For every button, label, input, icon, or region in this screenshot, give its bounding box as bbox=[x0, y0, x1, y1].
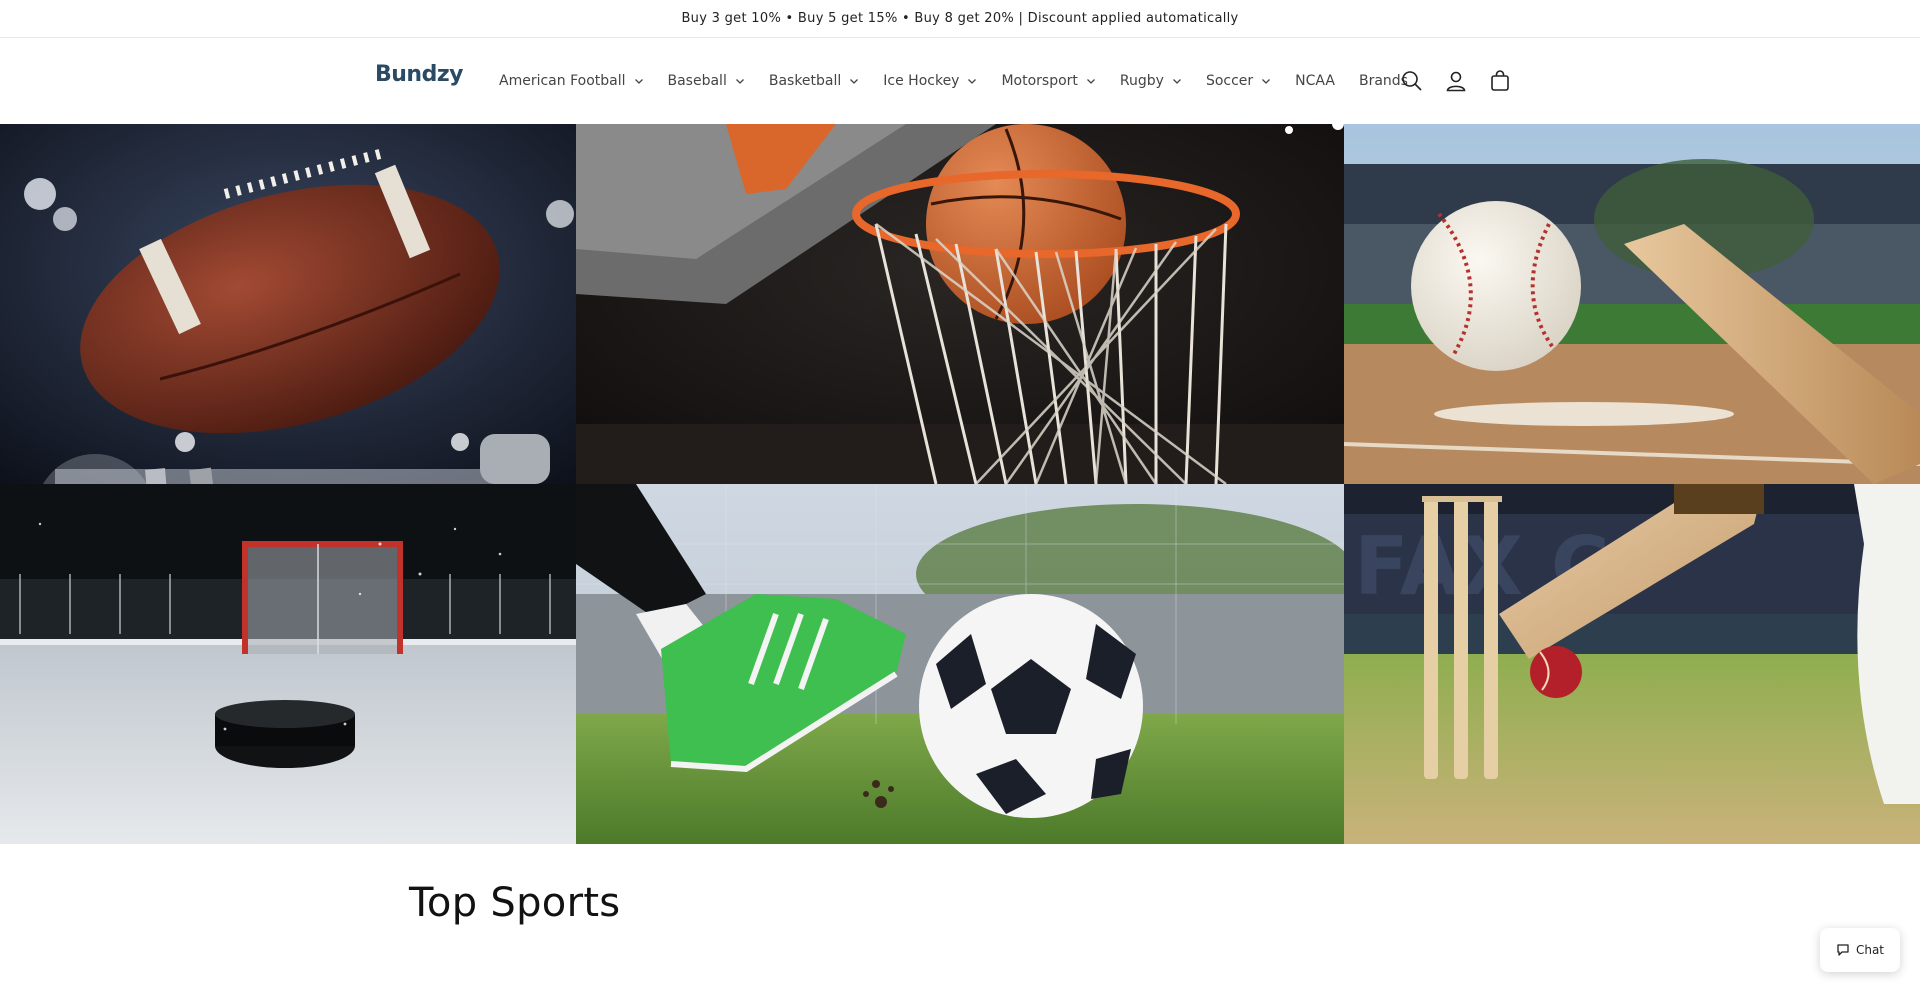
search-icon[interactable] bbox=[1390, 59, 1434, 103]
ice-hockey-tile[interactable] bbox=[0, 484, 576, 844]
nav-item-rugby[interactable]: Rugby bbox=[1120, 73, 1182, 89]
soccer-image bbox=[576, 484, 1344, 844]
soccer-tile[interactable] bbox=[576, 484, 1344, 844]
chevron-down-icon bbox=[967, 76, 977, 86]
nav-label: Motorsport bbox=[1001, 73, 1078, 89]
header-actions bbox=[1390, 38, 1522, 124]
site-header: Bundzy American Football Baseball Basket… bbox=[0, 38, 1920, 124]
nav-label: American Football bbox=[499, 73, 626, 89]
nav-item-soccer[interactable]: Soccer bbox=[1206, 73, 1271, 89]
nav-item-baseball[interactable]: Baseball bbox=[668, 73, 745, 89]
chevron-down-icon bbox=[1172, 76, 1182, 86]
main-nav: American Football Baseball Basketball Ic… bbox=[487, 38, 1420, 124]
basketball-image bbox=[576, 124, 1344, 484]
nav-label: Basketball bbox=[768, 73, 842, 89]
nav-item-ncaa[interactable]: NCAA bbox=[1295, 73, 1335, 89]
nav-label: Baseball bbox=[667, 73, 727, 89]
chevron-down-icon bbox=[634, 76, 644, 86]
logo[interactable]: Bundzy bbox=[375, 62, 464, 87]
american-football-image bbox=[0, 124, 576, 484]
nav-item-american-football[interactable]: American Football bbox=[499, 73, 644, 89]
basketball-tile[interactable] bbox=[576, 124, 1344, 484]
nav-label: Rugby bbox=[1119, 73, 1164, 89]
chat-icon bbox=[1836, 943, 1850, 957]
announcement-bar: Buy 3 get 10% • Buy 5 get 15% • Buy 8 ge… bbox=[0, 0, 1920, 38]
chevron-down-icon bbox=[1261, 76, 1271, 86]
nav-label: Ice Hockey bbox=[883, 73, 960, 89]
nav-label: NCAA bbox=[1295, 73, 1335, 89]
chevron-down-icon bbox=[735, 76, 745, 86]
cricket-tile[interactable]: FAX C bbox=[1344, 484, 1920, 844]
cricket-image: FAX C bbox=[1344, 484, 1920, 844]
chevron-down-icon bbox=[849, 76, 859, 86]
cart-icon[interactable] bbox=[1478, 59, 1522, 103]
baseball-tile[interactable] bbox=[1344, 124, 1920, 484]
baseball-image bbox=[1344, 124, 1920, 484]
nav-label: Soccer bbox=[1205, 73, 1254, 89]
account-icon[interactable] bbox=[1434, 59, 1478, 103]
section-title: Top Sports bbox=[409, 880, 621, 926]
chevron-down-icon bbox=[1086, 76, 1096, 86]
nav-item-motorsport[interactable]: Motorsport bbox=[1001, 73, 1095, 89]
american-football-tile[interactable] bbox=[0, 124, 576, 484]
chat-button[interactable]: Chat bbox=[1820, 928, 1900, 972]
hero-collage: FAX C bbox=[0, 124, 1920, 844]
nav-item-basketball[interactable]: Basketball bbox=[769, 73, 859, 89]
nav-item-ice-hockey[interactable]: Ice Hockey bbox=[883, 73, 977, 89]
ice-hockey-image bbox=[0, 484, 576, 844]
chat-label: Chat bbox=[1855, 943, 1885, 957]
announcement-text: Buy 3 get 10% • Buy 5 get 15% • Buy 8 ge… bbox=[681, 11, 1239, 26]
